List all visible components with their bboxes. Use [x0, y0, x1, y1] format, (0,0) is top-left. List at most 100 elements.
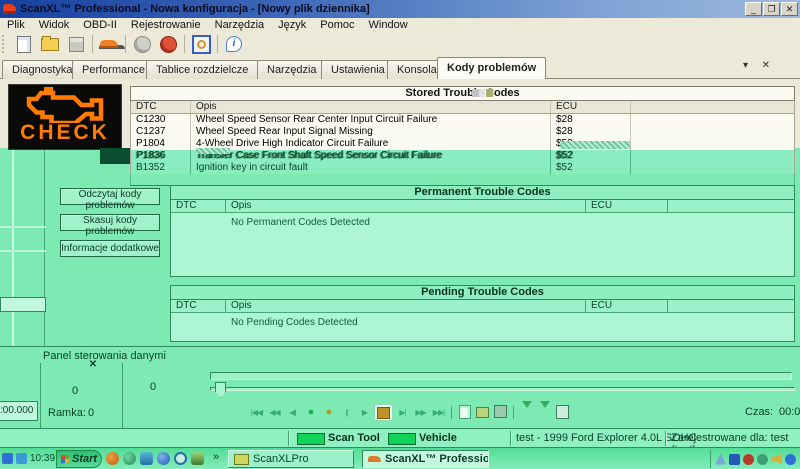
new-log-button[interactable]	[456, 405, 473, 420]
controls-separator	[451, 406, 452, 419]
slider-track[interactable]	[210, 387, 795, 391]
slider-thumb[interactable]	[215, 382, 226, 398]
col-opis[interactable]: Opis	[191, 101, 551, 113]
permanent-codes-header: DTC Opis ECU	[171, 200, 794, 213]
stored-codes-group: Stored Trouble Codes DTC Opis ECU C1230 …	[130, 86, 795, 182]
export-icon	[522, 401, 532, 417]
tray-remnant-icon	[16, 453, 27, 464]
vehicle-button[interactable]	[96, 33, 122, 55]
glitch-artifact	[0, 250, 46, 252]
table-row[interactable]: B1352 Ignition key in circuit fault $52	[130, 162, 795, 174]
tab-narzedzia[interactable]: Narzędzia	[257, 60, 327, 79]
task-scanxlpro-folder[interactable]: ScanXLPro	[228, 450, 354, 468]
vehicle-info: test - 1999 Ford Explorer 4.0L SOHC	[516, 432, 697, 444]
open-log-icon	[476, 407, 489, 418]
stored-codes-header: DTC Opis ECU	[130, 101, 795, 114]
marker-button[interactable]: ●	[320, 405, 337, 420]
tab-close-icon[interactable]: ✕	[762, 60, 770, 71]
connect-button[interactable]	[129, 33, 155, 55]
desktop-quicklaunch-icon[interactable]	[191, 452, 204, 465]
menu-widok[interactable]: Widok	[32, 19, 77, 31]
col-ecu[interactable]: ECU	[551, 101, 631, 113]
tray-icon[interactable]	[785, 454, 796, 465]
permanent-codes-group: Permanent Trouble Codes DTC Opis ECU No …	[170, 185, 795, 277]
col-dtc[interactable]: DTC	[171, 300, 226, 312]
col-extra[interactable]	[668, 300, 794, 312]
stored-codes-title: Stored Trouble Codes	[130, 86, 795, 101]
open-log-button[interactable]	[474, 405, 491, 420]
disconnect-button[interactable]	[155, 33, 181, 55]
tab-tablice-rozdzielcze[interactable]: Tablice rozdzielcze	[146, 60, 258, 79]
play-button[interactable]: ▶	[356, 405, 373, 420]
col-ecu[interactable]: ECU	[586, 300, 668, 312]
table-row[interactable]: C1237 Wheel Speed Rear Input Signal Miss…	[130, 126, 795, 138]
shield-tray-icon[interactable]	[757, 454, 768, 465]
menu-pomoc[interactable]: Pomoc	[313, 19, 361, 31]
panel-close-icon[interactable]: ✕	[86, 358, 100, 370]
save-log-button[interactable]	[492, 405, 509, 420]
tab-diagnostyka[interactable]: Diagnostyka	[2, 60, 83, 79]
info-button[interactable]: i	[221, 33, 247, 55]
col-extra[interactable]	[631, 101, 794, 113]
new-file-button[interactable]	[11, 33, 37, 55]
col-ecu[interactable]: ECU	[586, 200, 668, 212]
media-player-quicklaunch-icon[interactable]	[174, 452, 187, 465]
download-icon	[540, 401, 550, 417]
fast-forward-button[interactable]: ▶▶	[412, 405, 429, 420]
messenger-quicklaunch-icon[interactable]	[123, 452, 136, 465]
log-folder-toggle[interactable]	[374, 404, 393, 421]
col-opis[interactable]: Opis	[226, 200, 586, 212]
pause-button[interactable]: ||	[338, 405, 355, 420]
car-icon	[368, 456, 381, 462]
toolbar: i	[0, 32, 800, 57]
step-back-button[interactable]: ◀|	[284, 405, 301, 420]
tab-ustawienia[interactable]: Ustawienia	[321, 60, 395, 79]
quicklaunch-overflow-icon[interactable]: »	[213, 451, 219, 463]
save-file-button[interactable]	[63, 33, 89, 55]
menu-obd2[interactable]: OBD-II	[76, 19, 124, 31]
tray-icon[interactable]	[729, 454, 740, 465]
col-dtc[interactable]: DTC	[171, 200, 226, 212]
open-file-button[interactable]	[37, 33, 63, 55]
step-forward-button[interactable]: ▶|	[394, 405, 411, 420]
snapshot-button[interactable]	[554, 405, 571, 420]
status-bar: Scan Tool Vehicle test - 1999 Ford Explo…	[0, 428, 800, 448]
gauges-button[interactable]	[188, 33, 214, 55]
ie-quicklaunch-icon[interactable]	[157, 452, 170, 465]
extra-info-button[interactable]: Informacje dodatkowe	[60, 240, 160, 257]
restore-button[interactable]: ❐	[763, 2, 780, 16]
menu-plik[interactable]: Plik	[0, 19, 32, 31]
table-row[interactable]: C1230 Wheel Speed Sensor Rear Center Inp…	[130, 114, 795, 126]
record-button[interactable]: ●	[302, 405, 319, 420]
skip-start-button[interactable]: |◀◀	[248, 405, 265, 420]
menu-jezyk[interactable]: Język	[271, 19, 313, 31]
panel-divider	[122, 363, 123, 429]
rewind-button[interactable]: ◀◀	[266, 405, 283, 420]
tab-performance[interactable]: Performance	[72, 60, 155, 79]
menu-narzedzia[interactable]: Narzędzia	[208, 19, 272, 31]
tab-kody-problemow[interactable]: Kody problemów	[437, 57, 546, 79]
network-error-tray-icon[interactable]	[743, 454, 754, 465]
task-scanxl-professional[interactable]: ScanXL™ Professional...	[362, 450, 489, 468]
col-opis[interactable]: Opis	[226, 300, 586, 312]
menu-rejestrowanie[interactable]: Rejestrowanie	[124, 19, 208, 31]
minimize-button[interactable]: _	[745, 2, 762, 16]
progress-track[interactable]	[210, 372, 792, 380]
col-dtc[interactable]: DTC	[131, 101, 191, 113]
clear-codes-button[interactable]: Skasuj kody problemów	[60, 214, 160, 231]
skip-end-button[interactable]: ▶▶|	[430, 405, 447, 420]
tray-icon[interactable]	[715, 454, 726, 465]
start-button[interactable]: Start	[56, 450, 102, 468]
close-button[interactable]: ✕	[781, 2, 798, 16]
menu-window[interactable]: Window	[362, 19, 415, 31]
glitch-clock-remnant: 10:39	[2, 453, 55, 464]
volume-tray-icon[interactable]	[771, 454, 782, 465]
browser-quicklaunch-icon[interactable]	[106, 452, 119, 465]
tab-dropdown-icon[interactable]: ▾	[743, 60, 748, 71]
read-codes-button[interactable]: Odczytaj kody problemów	[60, 188, 160, 205]
explorer-quicklaunch-icon[interactable]	[140, 452, 153, 465]
col-extra[interactable]	[668, 200, 794, 212]
download-button[interactable]	[536, 405, 553, 420]
cell-dtc: B1352	[131, 162, 191, 174]
export-button[interactable]	[518, 405, 535, 420]
